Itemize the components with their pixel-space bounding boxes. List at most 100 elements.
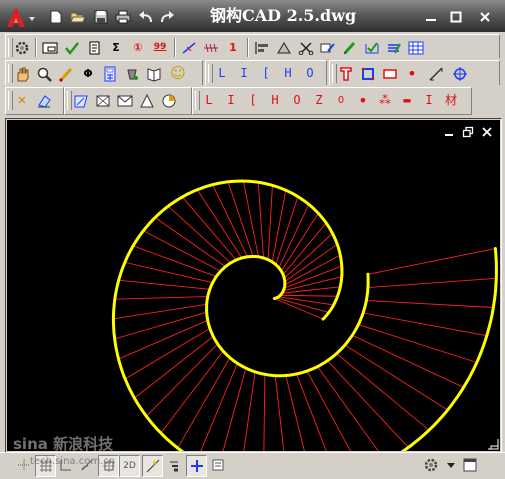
pan-button[interactable] (12, 63, 32, 84)
red-i-beam-button[interactable]: I (221, 90, 241, 111)
stair-tread-line[interactable] (227, 181, 254, 257)
stair-tread-line[interactable] (306, 370, 362, 451)
red-round-bar-button[interactable]: • (353, 90, 373, 111)
layers-button[interactable] (384, 37, 404, 58)
pencil-text-button[interactable] (340, 37, 360, 58)
scissors-button[interactable] (296, 37, 316, 58)
book-button[interactable] (144, 63, 164, 84)
channel-profile-button[interactable]: [ (256, 63, 276, 84)
stair-tread-line[interactable] (114, 296, 208, 300)
stair-tread-line[interactable] (285, 375, 313, 451)
t-section-button[interactable] (336, 63, 356, 84)
drawing-close-button[interactable] (481, 126, 493, 138)
outer-spiral-edge[interactable] (111, 179, 498, 451)
stair-tread-line[interactable] (275, 196, 299, 265)
status-menu-dropdown[interactable] (445, 455, 457, 475)
red-rod-button[interactable]: I (419, 90, 439, 111)
red-channel-button[interactable]: [ (243, 90, 263, 111)
stair-tread-line[interactable] (283, 276, 342, 292)
save-button[interactable] (92, 8, 110, 25)
stair-tread-line[interactable] (271, 190, 287, 263)
circle-arc-button[interactable] (159, 90, 179, 111)
inner-spiral-edge[interactable] (205, 254, 370, 378)
stair-tread-line[interactable] (242, 180, 259, 257)
h-beam-profile-button[interactable]: H (278, 63, 298, 84)
clean-screen-toggle[interactable] (460, 455, 479, 475)
stair-tread-line[interactable] (278, 204, 310, 268)
dimension-button[interactable] (201, 37, 221, 58)
stair-tread-line[interactable] (280, 212, 319, 272)
edit-text-button[interactable] (318, 37, 338, 58)
calculator-button[interactable] (100, 63, 120, 84)
plate-button[interactable] (380, 63, 400, 84)
steel-shape-button[interactable] (274, 37, 294, 58)
stair-tread-line[interactable] (182, 196, 237, 261)
zoom-button[interactable] (34, 63, 54, 84)
stair-tread-line[interactable] (240, 371, 256, 451)
quick-props-toggle[interactable] (208, 455, 227, 475)
phi-button[interactable]: Φ (78, 63, 98, 84)
stair-tread-line[interactable] (124, 328, 211, 380)
stair-tread-line[interactable] (124, 261, 213, 284)
red-tube-button[interactable]: O (331, 90, 351, 111)
lineweight-toggle[interactable] (164, 455, 183, 475)
red-z-section-button[interactable]: Z (309, 90, 329, 111)
smiley-button[interactable]: ☺ (168, 63, 188, 84)
open-button[interactable] (69, 8, 87, 25)
triangle-button[interactable] (137, 90, 157, 111)
check-button[interactable] (62, 37, 82, 58)
drawing-restore-button[interactable] (462, 126, 474, 138)
check-frame-button[interactable] (362, 37, 382, 58)
stair-tread-line[interactable] (118, 279, 210, 290)
stair-tread-line[interactable] (282, 222, 327, 275)
stair-tread-line[interactable] (267, 185, 273, 260)
number-99-button[interactable]: 99 (150, 37, 170, 58)
stair-tread-line[interactable] (177, 357, 231, 449)
dynamic-input-toggle[interactable] (142, 455, 163, 477)
sigma-button[interactable]: Σ (106, 37, 126, 58)
stair-tread-line[interactable] (133, 245, 217, 278)
application-menu-button[interactable] (4, 5, 38, 29)
workspace-button[interactable] (421, 455, 440, 475)
number-one-button[interactable]: 1 (223, 37, 243, 58)
restore-button[interactable] (446, 8, 466, 25)
drawing-minimize-button[interactable] (443, 126, 455, 138)
slant-button[interactable] (426, 63, 446, 84)
crosshair-toggle[interactable] (186, 455, 207, 477)
red-pipe-button[interactable]: O (287, 90, 307, 111)
stair-tread-line[interactable] (367, 248, 496, 275)
erase-button[interactable]: ✕ (12, 90, 32, 111)
minimize-button[interactable] (421, 8, 441, 25)
redo-button[interactable] (158, 8, 176, 25)
stair-tread-line[interactable] (366, 300, 494, 308)
stair-tread-line[interactable] (352, 334, 464, 388)
frame-button[interactable] (40, 37, 60, 58)
stair-tread-line[interactable] (263, 374, 266, 451)
stair-tread-line[interactable] (118, 319, 208, 360)
align-button[interactable] (252, 37, 272, 58)
red-flat-bar-button[interactable]: ▬ (397, 90, 417, 111)
red-angle-button[interactable]: L (199, 90, 219, 111)
stair-tread-line[interactable] (197, 363, 238, 451)
scroll-button[interactable] (84, 37, 104, 58)
stair-tread-line[interactable] (367, 277, 497, 289)
grid-table-button[interactable] (406, 37, 426, 58)
box-button[interactable] (93, 90, 113, 111)
circled-one-button[interactable]: ① (128, 37, 148, 58)
material-button[interactable]: 材 (441, 90, 461, 111)
stair-tread-line[interactable] (217, 368, 247, 451)
otrack-toggle[interactable]: 2D (119, 455, 140, 477)
angle-profile-button[interactable]: L (212, 63, 232, 84)
print-button[interactable] (114, 8, 132, 25)
eraser-button[interactable] (34, 90, 54, 111)
bolt-button[interactable] (450, 63, 470, 84)
stair-tread-line[interactable] (167, 205, 231, 264)
red-h-beam-button[interactable]: H (265, 90, 285, 111)
brush-button[interactable] (56, 63, 76, 84)
new-button[interactable] (47, 8, 65, 25)
hatch-button[interactable] (71, 90, 91, 111)
stair-tread-line[interactable] (257, 182, 264, 258)
undo-button[interactable] (137, 8, 155, 25)
viewport-resize-grip[interactable] (487, 438, 499, 450)
square-tube-button[interactable] (358, 63, 378, 84)
